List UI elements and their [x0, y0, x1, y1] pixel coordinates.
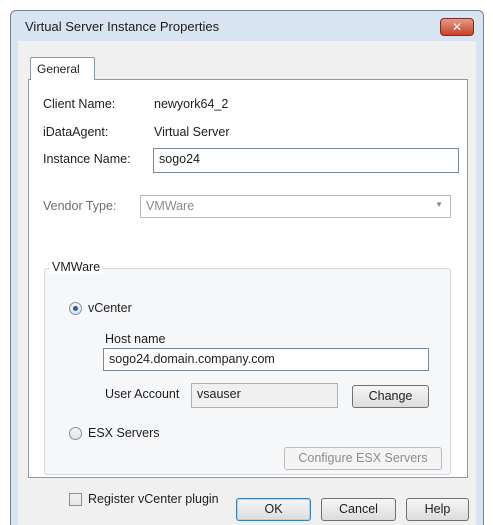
vendor-type-select[interactable]: VMWare ▼	[140, 195, 451, 218]
ok-button[interactable]: OK	[236, 498, 311, 521]
client-name-value: newyork64_2	[154, 97, 229, 111]
instance-name-label: Instance Name:	[43, 152, 131, 166]
vcenter-radio[interactable]	[69, 302, 82, 315]
esx-servers-radio[interactable]	[69, 427, 82, 440]
host-name-field[interactable]: sogo24.domain.company.com	[103, 348, 429, 371]
title-bar[interactable]: Virtual Server Instance Properties ✕	[11, 11, 483, 41]
chevron-down-icon: ▼	[435, 200, 443, 209]
dialog-window: Virtual Server Instance Properties ✕ Gen…	[10, 10, 484, 525]
cancel-button[interactable]: Cancel	[321, 498, 396, 521]
dialog-body: General Client Name: newyork64_2 iDataAg…	[18, 41, 476, 525]
vendor-type-label: Vendor Type:	[43, 199, 117, 213]
idataagent-label: iDataAgent:	[43, 125, 109, 139]
host-name-label: Host name	[105, 332, 166, 346]
user-account-label: User Account	[105, 387, 180, 401]
tab-general[interactable]: General	[30, 57, 95, 80]
change-button[interactable]: Change	[352, 385, 429, 408]
vcenter-label[interactable]: vCenter	[88, 301, 132, 315]
help-button[interactable]: Help	[406, 498, 469, 521]
instance-name-field[interactable]: sogo24	[153, 148, 459, 173]
register-vcenter-plugin-label[interactable]: Register vCenter plugin	[88, 492, 219, 506]
close-icon: ✕	[451, 20, 463, 34]
general-tab-panel: Client Name: newyork64_2 iDataAgent: Vir…	[28, 79, 468, 506]
user-account-field: vsauser	[191, 383, 338, 408]
esx-servers-label[interactable]: ESX Servers	[88, 426, 160, 440]
configure-esx-servers-button[interactable]: Configure ESX Servers	[284, 447, 442, 470]
vmware-group	[44, 268, 451, 475]
register-vcenter-plugin-checkbox[interactable]	[69, 493, 82, 506]
idataagent-value: Virtual Server	[154, 125, 230, 139]
close-button[interactable]: ✕	[440, 18, 474, 36]
vmware-group-title: VMWare	[49, 260, 104, 274]
vendor-type-value: VMWare	[146, 199, 195, 213]
client-name-label: Client Name:	[43, 97, 116, 111]
dialog-title: Virtual Server Instance Properties	[25, 19, 220, 34]
